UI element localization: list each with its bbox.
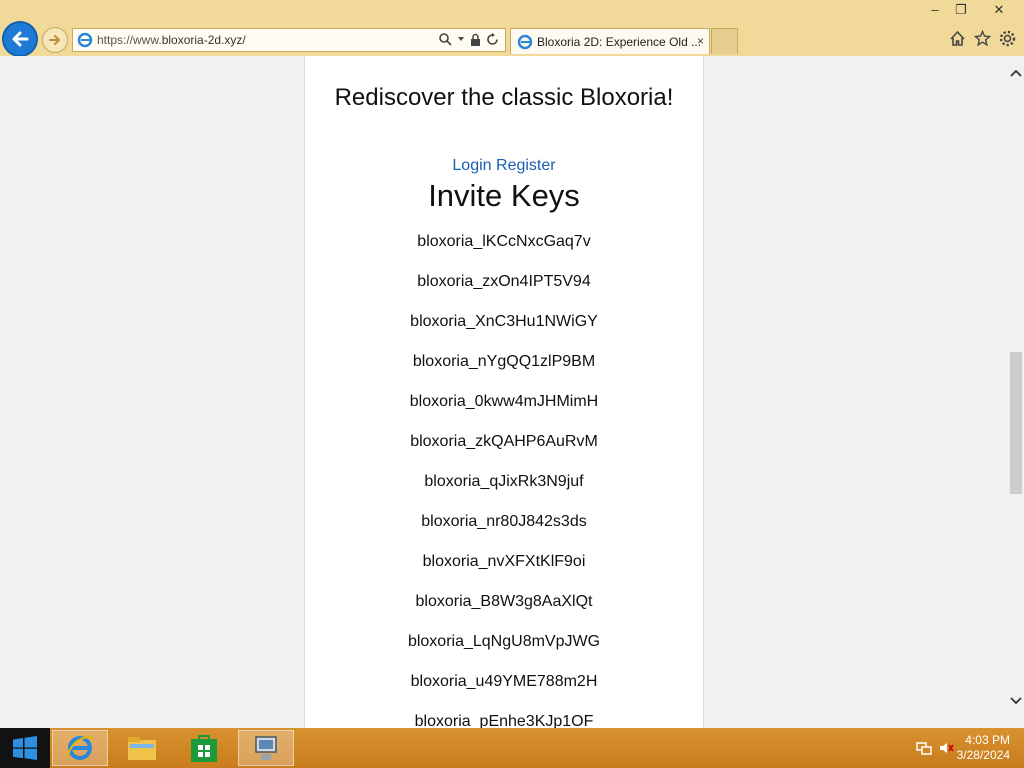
back-button[interactable] (2, 21, 38, 57)
main-content: Rediscover the classic Bloxoria! Login R… (304, 56, 704, 728)
gear-icon[interactable] (999, 30, 1016, 47)
invite-key: bloxoria_pEnhe3KJp1OF (414, 713, 594, 728)
invite-key: bloxoria_qJixRk3N9juf (424, 473, 584, 490)
restore-button[interactable]: ❐ (946, 2, 976, 18)
taskbar-file-explorer[interactable] (114, 730, 170, 766)
invite-key: bloxoria_nr80J842s3ds (421, 513, 587, 530)
computer-icon (255, 736, 277, 760)
taskbar: 4:03 PM 3/28/2024 (0, 728, 1024, 768)
speaker-muted-icon[interactable] (938, 740, 954, 756)
clock-time: 4:03 PM (965, 733, 1010, 747)
ie-icon (517, 34, 533, 50)
taskbar-clock[interactable]: 4:03 PM 3/28/2024 (957, 733, 1010, 763)
auth-links: Login Register (305, 157, 703, 175)
url-text[interactable]: https://www.bloxoria-2d.xyz/ (97, 33, 246, 47)
refresh-icon[interactable] (486, 32, 499, 46)
scroll-up-icon[interactable] (1010, 68, 1022, 78)
scroll-down-icon[interactable] (1010, 696, 1022, 706)
tab-bloxoria[interactable]: Bloxoria 2D: Experience Old ... × (510, 28, 710, 54)
network-icon[interactable] (916, 740, 932, 756)
invite-key: bloxoria_u49YME788m2H (410, 673, 598, 690)
invite-key: bloxoria_zkQAHP6AuRvM (410, 433, 598, 450)
taskbar-store[interactable] (176, 730, 232, 766)
home-icon[interactable] (949, 30, 966, 47)
scrollbar-thumb[interactable] (1010, 352, 1022, 494)
vertical-scrollbar[interactable] (1007, 56, 1024, 728)
invite-key: bloxoria_LqNgU8mVpJWG (407, 633, 601, 650)
close-tab-icon[interactable]: × (697, 34, 704, 48)
start-button[interactable] (0, 728, 50, 768)
address-bar[interactable]: https://www.bloxoria-2d.xyz/ (72, 28, 506, 52)
taskbar-internet-explorer[interactable] (52, 730, 108, 766)
back-arrow-icon (12, 31, 29, 47)
invite-key: bloxoria_nYgQQ1zlP9BM (412, 353, 596, 370)
chevron-down-icon[interactable] (457, 35, 465, 43)
clock-date: 3/28/2024 (956, 748, 1010, 762)
file-explorer-icon (128, 737, 156, 760)
invite-keys-title: Invite Keys (428, 178, 580, 213)
invite-key: bloxoria_zxOn4IPT5V94 (417, 273, 591, 290)
invite-key: bloxoria_0kww4mJHMimH (409, 393, 599, 410)
system-tray (916, 740, 954, 756)
store-icon (191, 735, 217, 762)
register-link[interactable]: Register (496, 157, 556, 174)
invite-key: bloxoria_nvXFXtKlF9oi (422, 553, 586, 570)
lock-icon[interactable] (470, 33, 481, 46)
invite-key: bloxoria_B8W3g8AaXlQt (415, 593, 593, 610)
new-tab-button[interactable] (711, 28, 738, 54)
windows-start-icon (13, 736, 37, 760)
ie-icon (67, 736, 93, 760)
search-icon[interactable] (438, 32, 452, 46)
close-window-button[interactable]: ✕ (984, 2, 1014, 18)
tab-title: Bloxoria 2D: Experience Old ... (537, 35, 702, 49)
invite-key: bloxoria_lKCcNxcGaq7v (417, 233, 591, 250)
ie-icon (77, 32, 93, 48)
star-icon[interactable] (974, 30, 991, 47)
taskbar-remote-desktop[interactable] (238, 730, 294, 766)
login-link[interactable]: Login (452, 157, 491, 174)
browser-chrome: https://www.bloxoria-2d.xyz/ Bloxoria 2D… (0, 0, 1024, 57)
page-viewport: Rediscover the classic Bloxoria! Login R… (0, 56, 1024, 728)
forward-arrow-icon (49, 35, 61, 45)
invite-key: bloxoria_XnC3Hu1NWiGY (410, 313, 598, 330)
invite-key-list: bloxoria_lKCcNxcGaq7v bloxoria_zxOn4IPT5… (305, 232, 703, 728)
forward-button[interactable] (42, 27, 68, 53)
page-headline: Rediscover the classic Bloxoria! (334, 84, 674, 111)
